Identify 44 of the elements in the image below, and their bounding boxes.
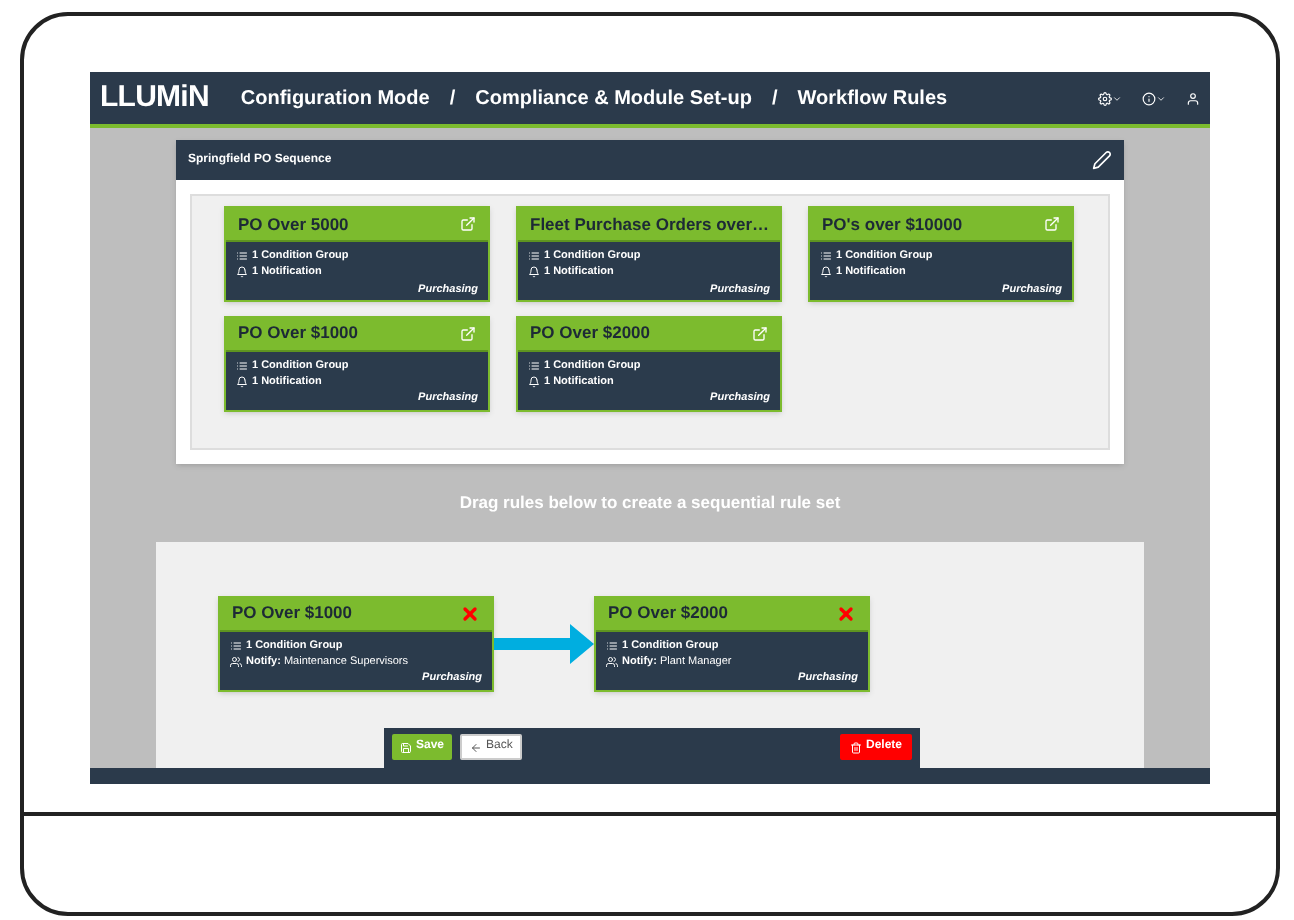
save-icon (400, 741, 412, 754)
list-icon (606, 639, 618, 652)
breadcrumb-separator: / (771, 85, 778, 113)
list-icon (528, 359, 540, 372)
back-arrow-icon (470, 741, 483, 754)
breadcrumb-item[interactable]: Compliance & Module Set-up (475, 83, 752, 113)
rule-title: PO Over $1000 (238, 320, 359, 347)
rule-title: PO Over $2000 (530, 320, 651, 347)
bell-icon (236, 266, 248, 279)
rule-title: PO Over $1000 (232, 600, 353, 627)
bell-icon (820, 266, 832, 279)
close-icon[interactable] (460, 603, 480, 624)
list-icon (528, 250, 540, 263)
edit-icon[interactable] (1044, 216, 1060, 232)
info-icon[interactable] (1142, 91, 1156, 105)
edit-icon[interactable] (460, 325, 476, 342)
edit-icon[interactable] (460, 216, 476, 232)
caret-icon (1112, 93, 1122, 103)
list-icon (230, 639, 242, 652)
drag-hint: Drag rules below to create a sequential rule set (459, 490, 841, 516)
people-icon (606, 656, 618, 669)
edit-icon[interactable] (752, 325, 768, 342)
rule-title: PO Over $2000 (608, 600, 729, 627)
bell-icon (528, 376, 540, 389)
breadcrumb-item[interactable]: Configuration Mode (240, 83, 430, 113)
list-icon (236, 250, 248, 263)
breadcrumb-separator: / (449, 85, 456, 113)
people-icon (230, 656, 242, 669)
logo: LLUMiN (100, 77, 209, 118)
list-icon (820, 250, 832, 263)
rule-title: Fleet Purchase Orders over… (530, 211, 770, 237)
rule-title: PO's over $10000 (822, 211, 963, 237)
user-icon[interactable] (1186, 91, 1200, 105)
breadcrumb-item[interactable]: Workflow Rules (797, 83, 948, 113)
bell-icon (236, 376, 248, 389)
arrow-icon (494, 623, 594, 664)
pencil-icon[interactable] (1092, 150, 1112, 170)
settings-icon[interactable] (1098, 91, 1112, 105)
list-icon (236, 359, 248, 372)
close-icon[interactable] (836, 603, 856, 624)
bell-icon (528, 266, 540, 279)
trash-icon (849, 741, 862, 754)
caret-icon (1156, 93, 1166, 103)
rule-title: PO Over 5000 (238, 211, 349, 237)
